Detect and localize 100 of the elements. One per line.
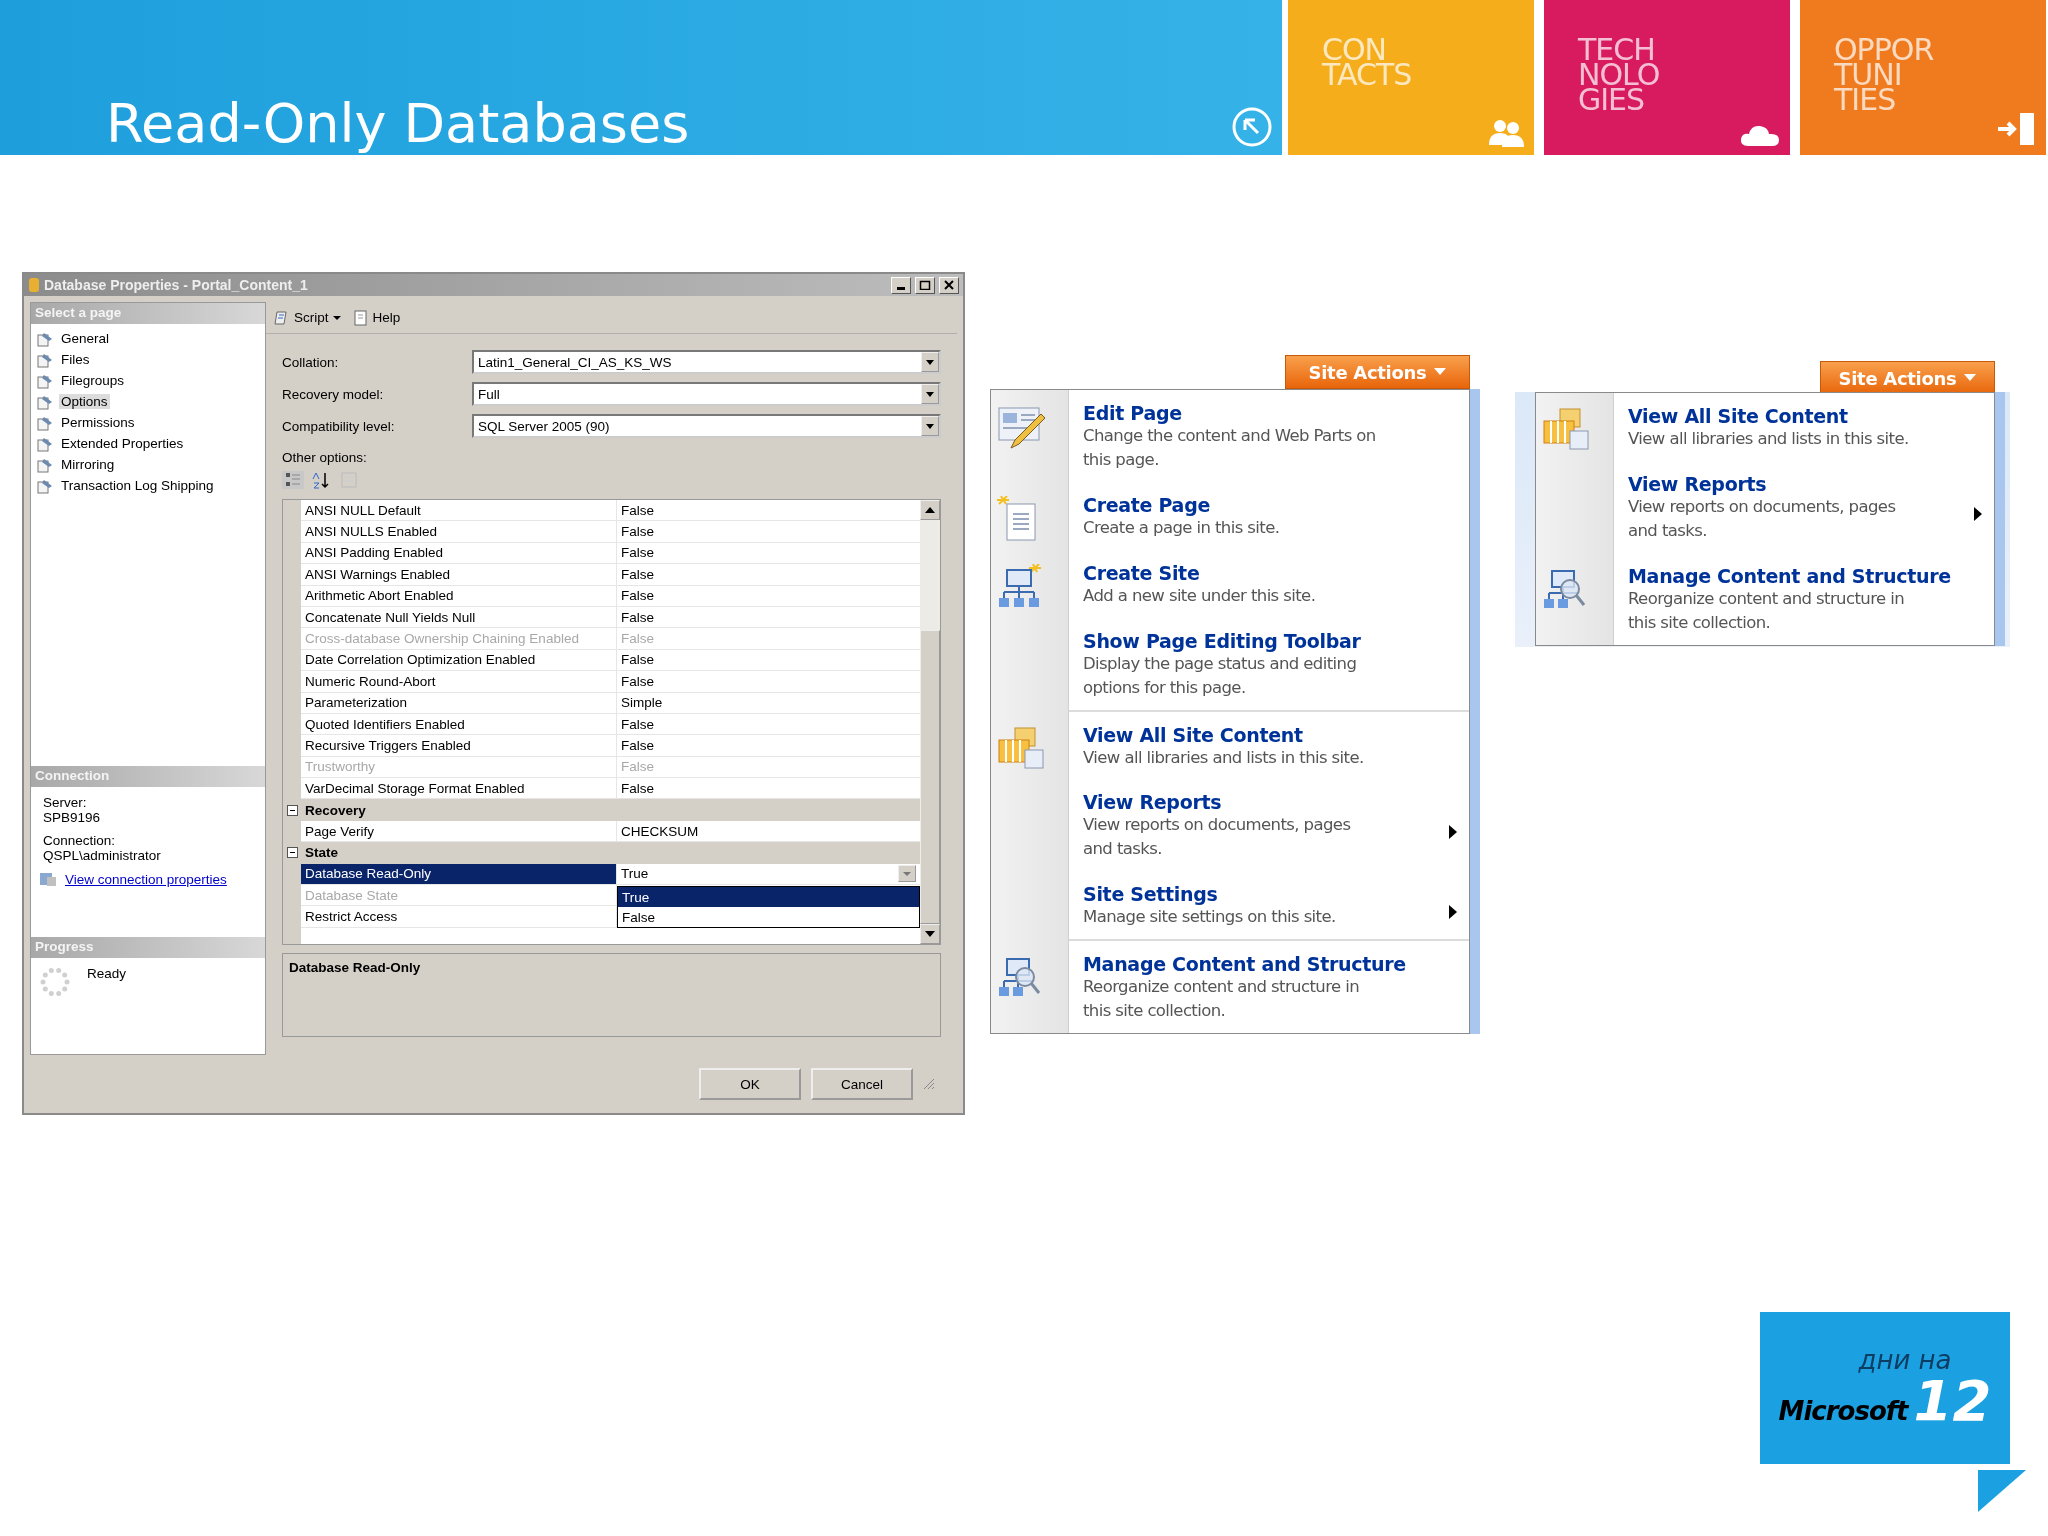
property-name[interactable]: ANSI Warnings Enabled [301,564,617,586]
cancel-button[interactable]: Cancel [811,1068,913,1100]
page-icon [37,435,53,452]
field-label: Recovery model: [282,386,385,402]
menu-item[interactable]: Edit Page Change the content and Web Parts on this page. [1083,402,1383,472]
scroll-down-icon [925,931,935,937]
exit-door-icon [1996,111,2036,147]
property-name[interactable]: ANSI NULLS Enabled [301,521,617,543]
page-icon [37,456,53,473]
menu-item[interactable]: View All Site Content View all libraries and lists in this site. [1083,723,1364,770]
help-button[interactable]: Help [350,309,403,326]
collapse-icon[interactable] [286,847,298,859]
scroll-thumb[interactable] [920,630,940,924]
connection-user: QSPL\administrator [42,848,162,863]
category-header: Recovery [301,799,920,821]
property-value: True [621,866,649,882]
page-list-item[interactable]: Filegroups [59,373,127,388]
dropdown-field[interactable]: Latin1_General_CI_AS_KS_WS [472,350,941,374]
tile-label-line: TIES [1834,87,1896,113]
page-list-item[interactable]: Transaction Log Shipping [59,478,216,493]
maximize-icon [919,280,931,290]
property-value: False [621,631,654,647]
property-value: False [621,588,654,604]
close-icon [943,280,955,290]
corner-triangle-icon [1978,1470,2026,1512]
property-value: False [621,652,654,668]
spinner-icon [39,966,71,998]
property-value: False [621,545,654,561]
page-list-item[interactable]: Options [59,394,110,409]
property-value: False [621,673,654,689]
description-title: Database Read-Only [289,960,422,975]
property-value: False [621,738,654,753]
database-icon [28,277,40,293]
menu-item[interactable]: Show Page Editing Toolbar Display the page status and editing options for this page. [1083,629,1383,700]
connection-link[interactable]: View connection properties [65,871,227,887]
section-header: Connection [31,766,265,787]
page-list-item[interactable]: Permissions [59,415,137,430]
tile-label-line: NOLO [1578,62,1660,88]
minimize-button[interactable] [891,276,911,294]
dropdown-field[interactable]: Full [472,382,941,406]
property-name[interactable]: ANSI Padding Enabled [301,542,617,565]
property-value: False [621,502,654,518]
caret-icon [924,357,936,367]
page-list-item[interactable]: Mirroring [59,457,117,472]
sort-button[interactable] [310,471,332,489]
logo-caption: дни на [1858,1347,1952,1373]
script-button[interactable]: Script [272,309,343,326]
property-name[interactable]: ANSI NULL Default [301,500,617,522]
ok-button[interactable]: OK [699,1068,801,1100]
caret-icon [924,389,936,399]
dropdown-button[interactable] [898,865,916,883]
page-list-item[interactable]: Files [59,352,92,367]
window-title: Database Properties - Portal_Content_1 [44,277,308,293]
resize-grip-icon [923,1078,935,1090]
page-icon [37,477,53,494]
property-value: False [621,759,654,775]
property-name[interactable]: Parameterization [301,692,617,714]
property-name[interactable]: Database Read-Only [301,863,617,886]
dropdown-option[interactable]: False [618,907,919,928]
connection-label: Connection: [42,833,117,848]
server-label: Server: [42,795,88,810]
scrollbar[interactable] [920,500,940,944]
property-name[interactable]: Numeric Round-Abort [301,671,617,693]
property-name[interactable]: Date Correlation Optimization Enabled [301,649,617,672]
field-label: Compatibility level: [282,418,396,434]
page-icon [37,372,53,389]
property-name[interactable]: Quoted Identifiers Enabled [301,713,617,736]
dropdown-field[interactable]: SQL Server 2005 (90) [472,414,941,438]
tile-label-line: CON [1322,38,1386,63]
property-name[interactable]: Recursive Triggers Enabled [301,735,617,757]
cloud-icon [1740,123,1780,147]
maximize-button[interactable] [915,276,935,294]
minimize-icon [897,286,905,290]
menu-item[interactable]: Create Site Add a new site under this site. [1083,561,1316,608]
property-value: False [621,566,654,582]
tile-label-line: TACTS [1322,62,1412,88]
menu-item[interactable]: View Reports View reports on documents, pages and tasks. [1628,472,1928,543]
edit-page-icon[interactable] [997,404,1047,450]
menu-item[interactable]: Manage Content and Structure Reorganize content and structure in this site collection. [1628,564,1951,635]
property-value: False [621,716,654,732]
tile-label-line: TECH [1578,38,1655,63]
page-list-item[interactable]: General [59,331,112,346]
help-icon [352,309,369,326]
property-name[interactable]: Arithmetic Abort Enabled [301,585,617,607]
page-list-item[interactable]: Extended Properties [59,436,186,451]
page-icon [37,330,53,347]
close-button[interactable] [939,276,959,294]
menu-item[interactable]: Manage Content and Structure Reorganize content and structure in this site collection. [1083,953,1406,1024]
menu-item[interactable]: View All Site Content View all libraries and lists in this site. [1628,405,1909,451]
menu-item[interactable]: View Reports View reports on documents, pages and tasks. [1083,791,1383,862]
categorized-icon [284,471,302,489]
property-name[interactable]: Restrict Access [301,906,617,928]
section-header: Select a page [31,303,265,324]
dropdown-option[interactable]: True [618,887,919,908]
collapse-icon[interactable] [286,804,298,816]
menu-item[interactable]: Create Page Create a page in this site. [1083,493,1280,540]
categorized-button[interactable] [282,471,304,489]
page-icon [37,393,53,410]
property-name[interactable]: Concatenate Null Yields Null [301,606,617,629]
menu-item[interactable]: Site Settings Manage site settings on this site. [1083,883,1336,930]
